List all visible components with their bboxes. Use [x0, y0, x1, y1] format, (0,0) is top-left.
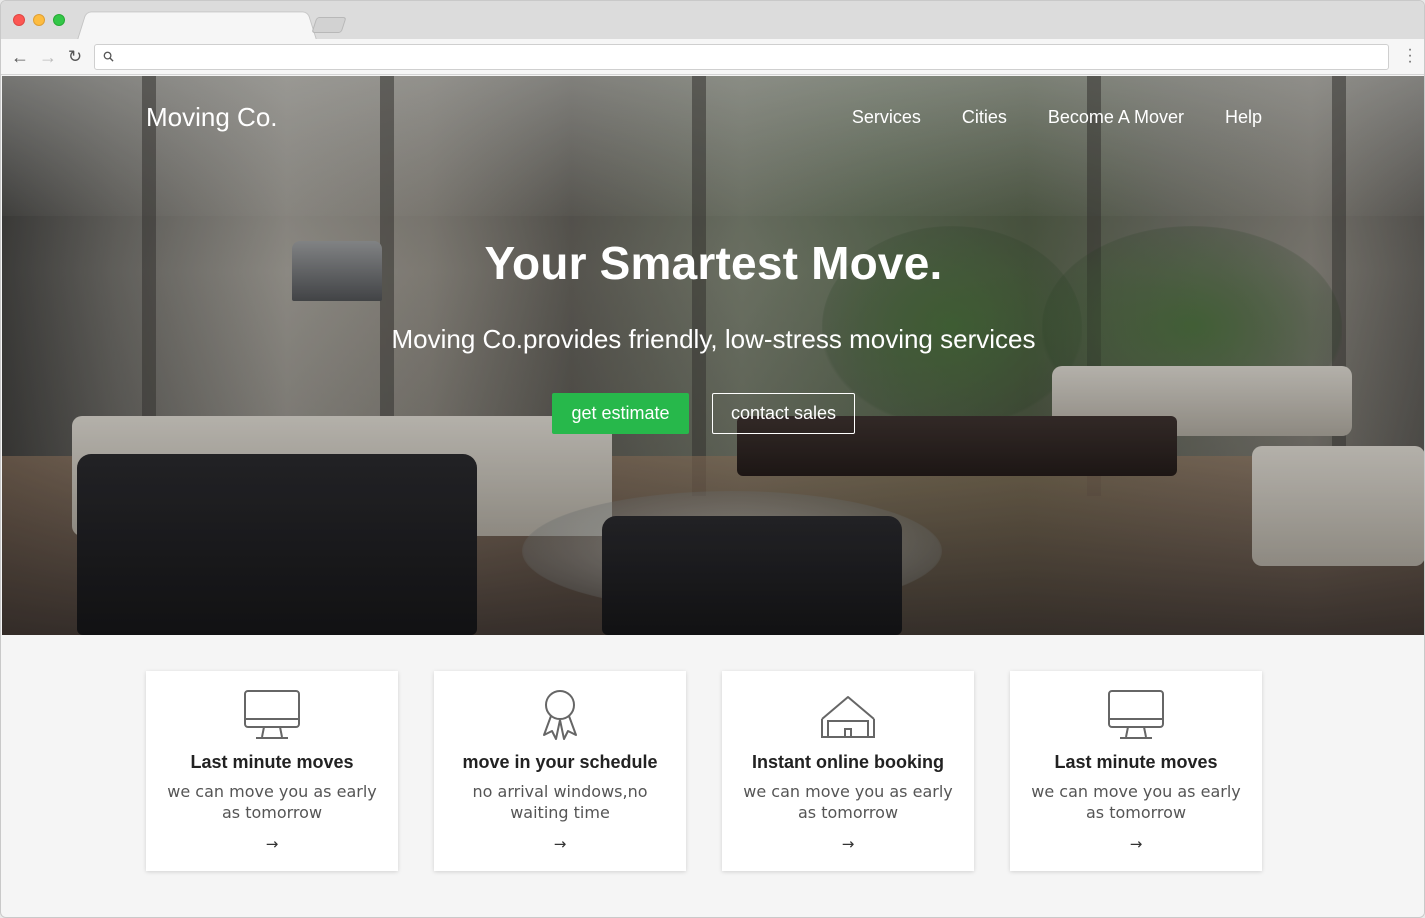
hero-cta-row: get estimate contact sales — [552, 393, 855, 434]
nav-become-a-mover[interactable]: Become A Mover — [1048, 107, 1184, 128]
feature-text: no arrival windows,no waiting time — [472, 782, 648, 822]
feature-title: Last minute moves — [190, 752, 354, 772]
feature-text: we can move you as early as tomorrow — [743, 782, 953, 822]
reload-icon[interactable]: ↻ — [64, 46, 86, 68]
tab-bar — [1, 1, 1424, 40]
monitor-icon — [244, 690, 300, 739]
back-arrow-icon[interactable]: ← — [9, 46, 31, 68]
feature-card[interactable]: Last minute moves we can move you as ear… — [1010, 671, 1262, 871]
menu-dots-icon[interactable]: · · · — [1406, 42, 1414, 70]
arrow-right-icon[interactable]: → — [146, 835, 398, 853]
hero-title: Your Smartest Move. — [484, 237, 943, 289]
get-estimate-button[interactable]: get estimate — [552, 393, 689, 434]
house-icon — [821, 696, 875, 738]
nav-help[interactable]: Help — [1225, 107, 1262, 128]
main-nav: Services Cities Become A Mover Help — [852, 107, 1262, 128]
browser-toolbar: ← → ↻ · · · — [1, 39, 1424, 75]
feature-text: we can move you as early as tomorrow — [167, 782, 377, 822]
award-ribbon-icon — [543, 690, 577, 740]
nav-cities[interactable]: Cities — [962, 107, 1007, 128]
nav-services[interactable]: Services — [852, 107, 921, 128]
page-viewport: Moving Co. Services Cities Become A Move… — [2, 76, 1424, 917]
feature-text: we can move you as early as tomorrow — [1031, 782, 1241, 822]
hero-overlay — [2, 76, 1424, 635]
feature-title: Last minute moves — [1054, 752, 1218, 772]
arrow-right-icon[interactable]: → — [1010, 835, 1262, 853]
hero-section: Moving Co. Services Cities Become A Move… — [2, 76, 1424, 635]
hero-subtitle: Moving Co.provides friendly, low-stress … — [391, 324, 1036, 354]
feature-card[interactable]: Last minute moves we can move you as ear… — [146, 671, 398, 871]
contact-sales-button[interactable]: contact sales — [712, 393, 855, 434]
active-tab[interactable] — [77, 11, 317, 40]
feature-title: move in your schedule — [462, 752, 658, 772]
close-window-button[interactable] — [13, 14, 25, 26]
forward-arrow-icon[interactable]: → — [37, 46, 59, 68]
features-section: Last minute moves we can move you as ear… — [146, 671, 1262, 871]
site-logo[interactable]: Moving Co. — [146, 102, 278, 133]
search-icon — [103, 51, 114, 62]
browser-window: ← → ↻ · · · Moving Co. Services Cities B… — [0, 0, 1425, 918]
monitor-icon — [1108, 690, 1164, 739]
feature-title: Instant online booking — [752, 752, 944, 772]
arrow-right-icon[interactable]: → — [722, 835, 974, 853]
new-tab-button[interactable] — [311, 17, 347, 33]
feature-card[interactable]: move in your schedule no arrival windows… — [434, 671, 686, 871]
arrow-right-icon[interactable]: → — [434, 835, 686, 853]
address-bar[interactable] — [94, 44, 1389, 70]
feature-card[interactable]: Instant online booking we can move you a… — [722, 671, 974, 871]
minimize-window-button[interactable] — [33, 14, 45, 26]
maximize-window-button[interactable] — [53, 14, 65, 26]
